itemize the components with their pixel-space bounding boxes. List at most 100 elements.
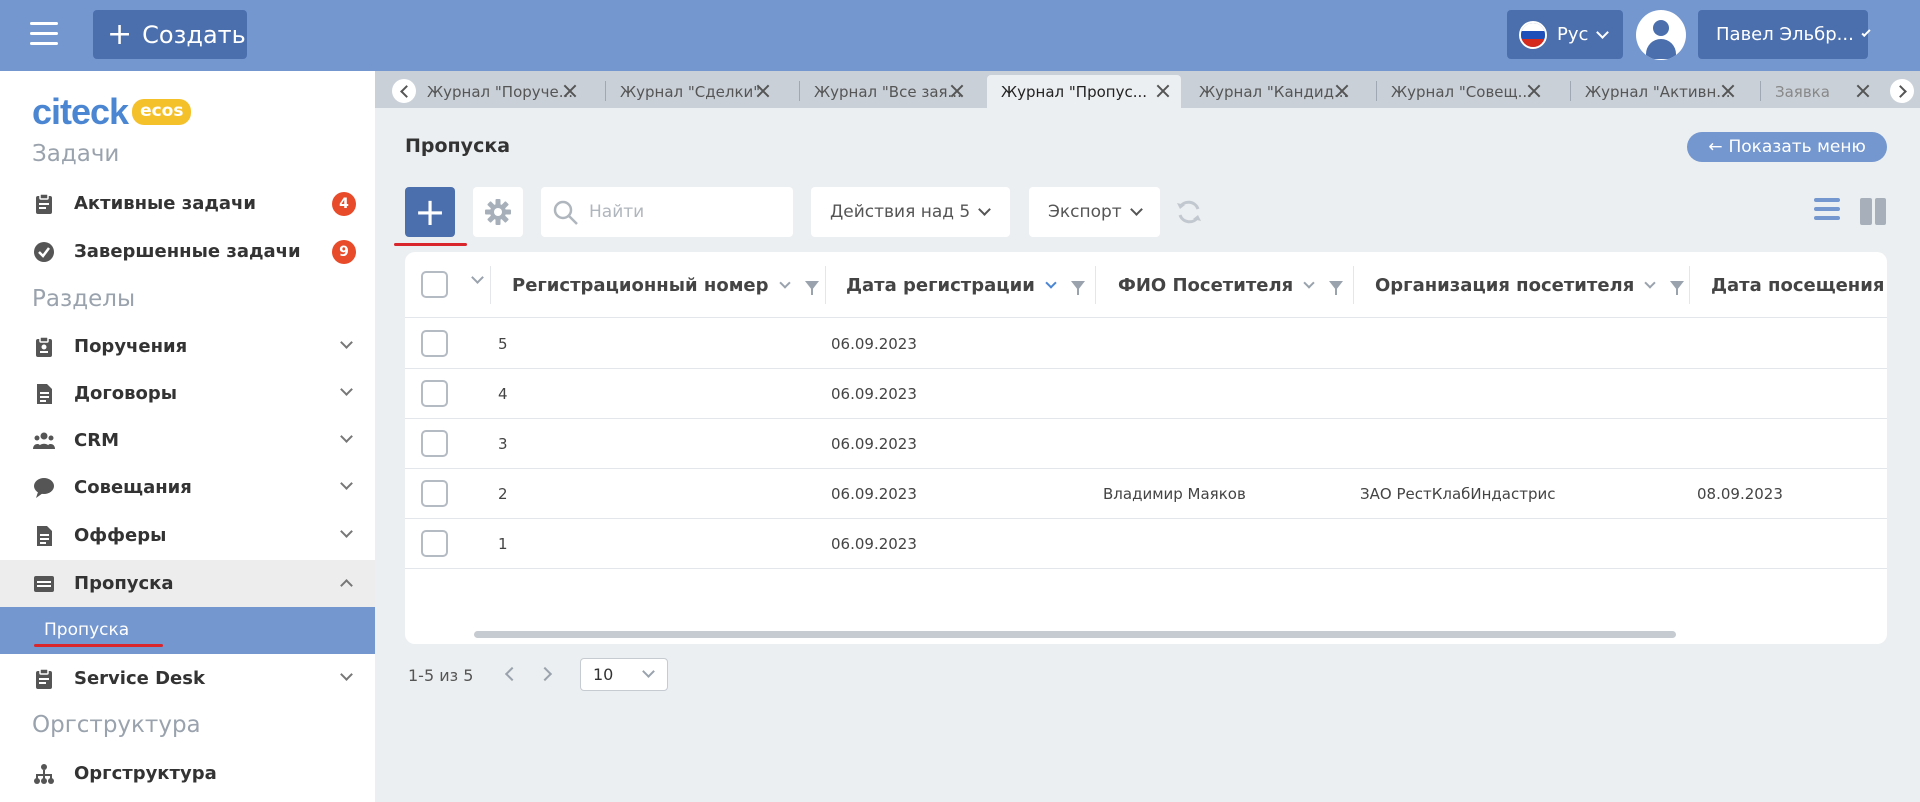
- sidebar-item-label: Активные задачи: [74, 193, 257, 214]
- close-icon[interactable]: [1334, 83, 1350, 99]
- filter-icon[interactable]: [1670, 280, 1685, 295]
- column-header-reg-number[interactable]: Регистрационный номер: [512, 252, 819, 318]
- tab-request[interactable]: Заявка: [1761, 75, 1881, 108]
- user-menu-button[interactable]: Павел Эльбр...: [1698, 10, 1871, 59]
- sidebar-item-passes[interactable]: Пропуска: [0, 560, 375, 607]
- chevron-down-icon[interactable]: [1644, 276, 1656, 289]
- close-icon[interactable]: [755, 83, 771, 99]
- tab-journal-all-requests[interactable]: Журнал "Все зая...: [800, 75, 975, 108]
- next-page-icon[interactable]: [537, 666, 553, 682]
- tab-journal-candidates[interactable]: Журнал "Кандид...: [1185, 75, 1360, 108]
- cell-reg-date: 06.09.2023: [831, 335, 917, 353]
- count-badge: 9: [332, 239, 356, 264]
- export-dropdown[interactable]: Экспорт: [1029, 187, 1160, 237]
- sort-desc-icon[interactable]: [1045, 276, 1057, 289]
- sidebar-item-service-desk[interactable]: Service Desk: [0, 655, 375, 702]
- pagination-range: 1-5 из 5: [408, 666, 474, 685]
- tab-journal-meetings[interactable]: Журнал "Совещ...: [1377, 75, 1552, 108]
- chevron-down-icon: [340, 668, 353, 681]
- sidebar-item-meetings[interactable]: Совещания: [0, 464, 375, 511]
- close-icon[interactable]: [1720, 83, 1736, 99]
- close-icon[interactable]: [1155, 83, 1171, 99]
- sidebar-item-label: Завершенные задачи: [74, 241, 301, 262]
- table-row[interactable]: 1 06.09.2023: [405, 519, 1887, 569]
- column-header-visit-date[interactable]: Дата посещения: [1711, 252, 1887, 318]
- sidebar-item-offers[interactable]: Офферы: [0, 512, 375, 559]
- sidebar-item-contracts[interactable]: Договоры: [0, 370, 375, 417]
- logo-text: citeck: [32, 91, 129, 132]
- close-icon[interactable]: [949, 83, 965, 99]
- sidebar-item-assignments[interactable]: Поручения: [0, 323, 375, 370]
- table-row[interactable]: 2 06.09.2023 Владимир Маяков ЗАО РестКла…: [405, 469, 1887, 519]
- plus-icon: +: [414, 190, 446, 234]
- user-avatar[interactable]: [1636, 10, 1686, 60]
- close-icon[interactable]: [1855, 83, 1871, 99]
- preview-view-icon[interactable]: [1860, 198, 1886, 225]
- table-row[interactable]: 4 06.09.2023: [405, 369, 1887, 419]
- chevron-down-icon: [340, 430, 353, 443]
- prev-page-icon[interactable]: [504, 666, 520, 682]
- add-record-button[interactable]: +: [405, 187, 455, 237]
- close-icon[interactable]: [562, 83, 578, 99]
- bulk-actions-dropdown[interactable]: Действия над 5: [811, 187, 1010, 237]
- chevron-down-icon: [340, 336, 353, 349]
- language-selector[interactable]: Рус: [1507, 10, 1623, 59]
- sidebar-item-orgstructure[interactable]: Оргструктура: [0, 750, 375, 797]
- column-header-visitor-name[interactable]: ФИО Посетителя: [1118, 252, 1344, 318]
- column-separator: [825, 266, 826, 304]
- list-view-icon[interactable]: [1814, 198, 1840, 224]
- horizontal-scrollbar[interactable]: [474, 631, 1676, 638]
- filter-icon[interactable]: [1070, 280, 1085, 295]
- chevron-down-icon[interactable]: [778, 276, 791, 289]
- tabs-scroll-right-icon[interactable]: [1890, 79, 1914, 103]
- create-button-label: Создать: [142, 20, 246, 49]
- create-button[interactable]: + Создать: [93, 10, 247, 59]
- page-size-select[interactable]: 10: [580, 658, 668, 691]
- row-checkbox[interactable]: [421, 330, 448, 357]
- page-size-value: 10: [593, 665, 614, 684]
- table-row[interactable]: 3 06.09.2023: [405, 419, 1887, 469]
- filter-icon[interactable]: [804, 280, 819, 295]
- column-header-reg-date[interactable]: Дата регистрации: [846, 252, 1085, 318]
- sidebar: citeck ecos Задачи Активные задачи 4 Зав…: [0, 71, 375, 802]
- tab-label: Журнал "Поруче...: [427, 82, 574, 101]
- sidebar-item-label: CRM: [74, 430, 119, 451]
- refresh-icon[interactable]: [1175, 198, 1203, 226]
- select-all-checkbox[interactable]: [421, 271, 448, 298]
- tab-journal-assignments[interactable]: Журнал "Поруче...: [413, 75, 588, 108]
- sidebar-item-completed-tasks[interactable]: Завершенные задачи 9: [0, 228, 375, 275]
- search-input[interactable]: [589, 199, 779, 225]
- row-checkbox[interactable]: [421, 430, 448, 457]
- tab-journal-deals[interactable]: Журнал "Сделки": [606, 75, 781, 108]
- cell-reg-number: 4: [498, 385, 508, 403]
- show-menu-button[interactable]: ← Показать меню: [1687, 132, 1887, 162]
- card-icon: [34, 575, 54, 592]
- chevron-up-icon: [340, 579, 353, 592]
- column-separator: [1689, 266, 1690, 304]
- section-title-orgstructure: Оргструктура: [32, 712, 201, 738]
- search-field[interactable]: [541, 187, 793, 237]
- sidebar-item-active-tasks[interactable]: Активные задачи 4: [0, 180, 375, 227]
- tab-label: Журнал "Совещ...: [1391, 82, 1532, 101]
- sidebar-item-crm[interactable]: CRM: [0, 417, 375, 464]
- language-label: Рус: [1557, 24, 1589, 45]
- table-row[interactable]: 5 06.09.2023: [405, 319, 1887, 369]
- cell-reg-date: 06.09.2023: [831, 385, 917, 403]
- org-chart-icon: [34, 763, 54, 784]
- row-checkbox[interactable]: [421, 380, 448, 407]
- cell-visitor-org: ЗАО РестКлабИндастрис: [1360, 485, 1556, 503]
- chevron-down-icon[interactable]: [1303, 276, 1315, 289]
- tab-journal-passes[interactable]: Журнал "Пропус...: [987, 75, 1181, 108]
- journal-settings-button[interactable]: [473, 187, 523, 237]
- russian-flag-icon: [1519, 20, 1547, 49]
- hamburger-menu-icon[interactable]: [30, 22, 58, 46]
- citeck-ecos-logo[interactable]: citeck ecos: [32, 91, 192, 133]
- row-checkbox[interactable]: [421, 530, 448, 557]
- column-header-visitor-org[interactable]: Организация посетителя: [1375, 252, 1685, 318]
- row-checkbox[interactable]: [421, 480, 448, 507]
- close-icon[interactable]: [1526, 83, 1542, 99]
- tab-journal-active[interactable]: Журнал "Активн...: [1571, 75, 1746, 108]
- chevron-down-icon[interactable]: [471, 271, 484, 284]
- filter-icon[interactable]: [1329, 280, 1344, 295]
- journal-tabs-bar: Журнал "Поруче... Журнал "Сделки" Журнал…: [375, 71, 1920, 108]
